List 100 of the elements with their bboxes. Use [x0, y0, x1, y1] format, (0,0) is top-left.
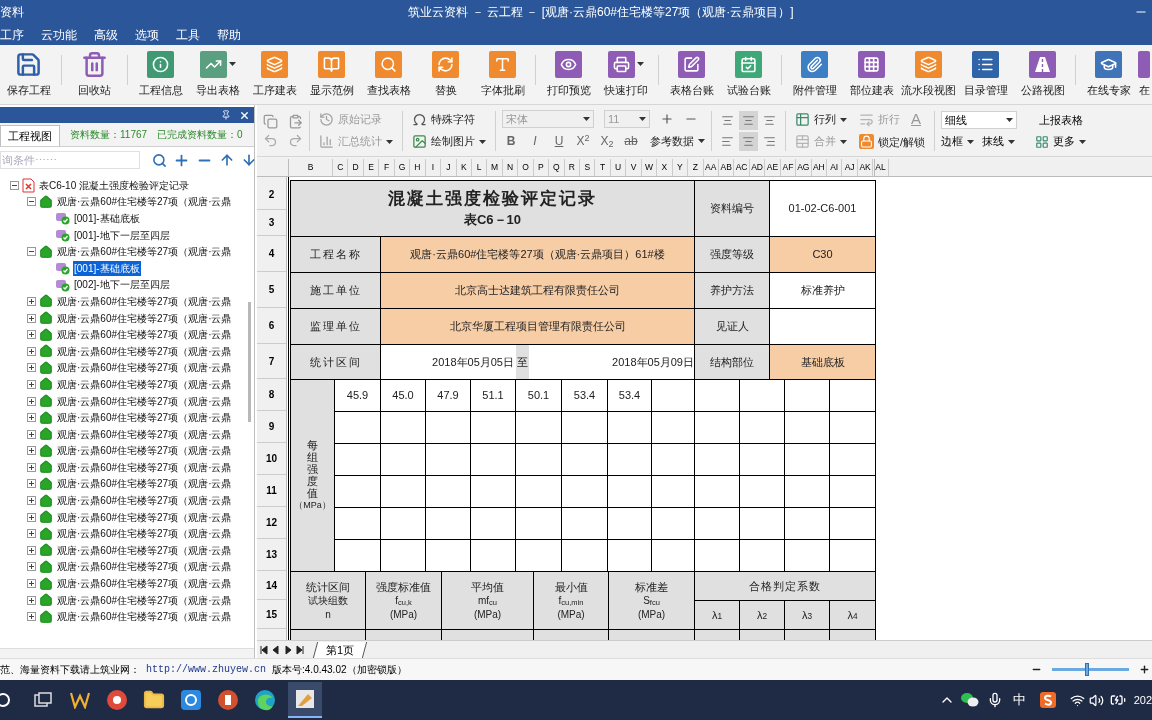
toolbar-button[interactable]: 回收站: [66, 46, 123, 103]
plus-icon[interactable]: [660, 112, 674, 126]
ribbon-button[interactable]: 抹线: [982, 133, 1016, 150]
tree-item[interactable]: [001]-基础底板: [73, 260, 141, 276]
expand-icon[interactable]: [27, 413, 36, 423]
copy-icon[interactable]: [263, 113, 278, 129]
column-letter[interactable]: O: [518, 159, 534, 176]
row-number[interactable]: 14: [257, 571, 286, 600]
toolbar-button[interactable]: 显示范例: [303, 46, 360, 103]
tree-item[interactable]: 观唐·云鼎60#住宅楼等27项（观唐·云鼎: [56, 576, 233, 592]
menu-item[interactable]: 高级: [94, 25, 118, 44]
expand-icon[interactable]: [27, 479, 36, 489]
task-view-icon[interactable]: [34, 692, 52, 708]
tree-item[interactable]: 观唐·云鼎60#住宅楼等27项（观唐·云鼎: [56, 443, 233, 459]
align-button[interactable]: [739, 131, 758, 151]
expand-icon[interactable]: [27, 429, 36, 439]
column-letter[interactable]: T: [595, 159, 611, 176]
ribbon-button[interactable]: 边框: [941, 133, 975, 150]
row-number[interactable]: 4: [257, 236, 286, 272]
tree-item[interactable]: 观唐·云鼎60#住宅楼等27项（观唐·云鼎: [56, 244, 233, 260]
format-button[interactable]: X$_{2}$: [598, 131, 616, 151]
website-link[interactable]: http://www.zhuyew.cn: [146, 662, 267, 677]
tree-item[interactable]: 观唐·云鼎60#住宅楼等27项（观唐·云鼎: [56, 592, 233, 608]
column-letter[interactable]: L: [471, 159, 488, 176]
tree-item[interactable]: 观唐·云鼎60#住宅楼等27项（观唐·云鼎: [56, 426, 233, 442]
tree-item[interactable]: 观唐·云鼎60#住宅楼等27项（观唐·云鼎: [56, 542, 233, 558]
format-button[interactable]: X$^{2}$: [574, 131, 592, 151]
column-letter[interactable]: AL: [873, 159, 889, 176]
format-button[interactable]: ab: [622, 131, 640, 151]
tree-item[interactable]: 观唐·云鼎60#住宅楼等27项（观唐·云鼎: [56, 476, 233, 492]
toolbar-button[interactable]: 部位建表: [843, 46, 900, 103]
panel-tab[interactable]: 工程视图: [0, 125, 60, 146]
tree-item[interactable]: 观唐·云鼎60#住宅楼等27项（观唐·云鼎: [56, 410, 233, 426]
column-letter[interactable]: J: [441, 159, 457, 176]
toolbar-button[interactable]: 保存工程: [0, 46, 57, 103]
tree-item[interactable]: 观唐·云鼎60#住宅楼等27项（观唐·云鼎: [56, 559, 233, 575]
row-number[interactable]: 7: [257, 344, 286, 379]
line-style-select[interactable]: 细线: [941, 111, 1018, 130]
toolbar-button[interactable]: 打印预览: [540, 46, 597, 103]
sheet-tab[interactable]: 第1页: [312, 641, 368, 658]
menu-item[interactable]: 工具: [176, 25, 200, 44]
column-letter[interactable]: V: [626, 159, 642, 176]
column-letter[interactable]: P: [533, 159, 550, 176]
clock[interactable]: 202: [1133, 691, 1152, 709]
row-number[interactable]: 3: [257, 210, 286, 236]
toolbar-button[interactable]: 在: [1137, 46, 1151, 103]
collapse-icon[interactable]: [10, 180, 19, 190]
toolbar-button[interactable]: 在线专家: [1080, 46, 1137, 103]
menu-item[interactable]: 云功能: [41, 25, 77, 44]
column-letter[interactable]: K: [456, 159, 472, 176]
tree-item[interactable]: 观唐·云鼎60#住宅楼等27项（观唐·云鼎: [56, 376, 233, 392]
toolbar-button[interactable]: 查找表格: [360, 46, 417, 103]
toolbar-button[interactable]: 附件管理: [786, 46, 843, 103]
row-number[interactable]: 10: [257, 443, 286, 475]
column-letter[interactable]: Q: [549, 159, 565, 176]
column-letter[interactable]: X: [657, 159, 673, 176]
folder-icon[interactable]: [143, 689, 165, 711]
zoom-in-icon[interactable]: [1139, 664, 1150, 675]
toolbar-button[interactable]: 试验台账: [720, 46, 777, 103]
tree-item[interactable]: 观唐·云鼎60#住宅楼等27项（观唐·云鼎: [56, 493, 233, 509]
tree-item[interactable]: 表C6-10 混凝土强度检验评定记录: [38, 177, 190, 193]
tree-item[interactable]: [001]-地下一层至四层: [73, 227, 171, 243]
row-number[interactable]: 2: [257, 180, 286, 210]
first-page-icon[interactable]: [259, 644, 269, 655]
row-number[interactable]: 12: [257, 507, 286, 539]
toolbar-button[interactable]: 导出表格: [189, 46, 246, 103]
toolbar-button[interactable]: 目录管理: [957, 46, 1014, 103]
row-number[interactable]: 6: [257, 308, 286, 344]
column-letter[interactable]: U: [610, 159, 627, 176]
active-app-icon[interactable]: [288, 682, 322, 718]
format-button[interactable]: I: [526, 131, 544, 151]
column-letter[interactable]: Y: [672, 159, 689, 176]
row-number[interactable]: 11: [257, 475, 286, 507]
column-letter[interactable]: R: [564, 159, 580, 176]
ribbon-button[interactable]: 更多: [1035, 133, 1087, 150]
zigzag-icon[interactable]: [70, 691, 90, 709]
expand-icon[interactable]: [27, 612, 36, 622]
column-letter[interactable]: F: [379, 159, 395, 176]
expand-icon[interactable]: [27, 579, 36, 589]
toolbar-button[interactable]: 工序建表: [246, 46, 303, 103]
app-icon[interactable]: [106, 689, 128, 711]
browser-icon[interactable]: [254, 689, 276, 711]
column-letter[interactable]: C: [333, 159, 349, 176]
column-letter[interactable]: B: [289, 159, 333, 176]
expand-icon[interactable]: [27, 330, 36, 340]
column-letter[interactable]: AA: [703, 159, 719, 176]
column-letter[interactable]: G: [394, 159, 411, 176]
expand-icon[interactable]: [27, 595, 36, 605]
tree-item[interactable]: 观唐·云鼎60#住宅楼等27项（观唐·云鼎: [56, 459, 233, 475]
column-letter[interactable]: AD: [749, 159, 766, 176]
toolbar-button[interactable]: 工程信息: [132, 46, 189, 103]
menu-item[interactable]: 选项: [135, 25, 159, 44]
slides-icon[interactable]: [217, 689, 239, 711]
row-number[interactable]: 5: [257, 272, 286, 308]
expand-icon[interactable]: [27, 562, 36, 572]
column-letter[interactable]: AF: [780, 159, 797, 176]
tree-item[interactable]: 观唐·云鼎60#住宅楼等27项（观唐·云鼎: [56, 293, 233, 309]
tree-item[interactable]: 观唐·云鼎60#住宅楼等27项（观唐·云鼎: [56, 310, 233, 326]
tree-item[interactable]: 观唐·云鼎60#住宅楼等27项（观唐·云鼎: [56, 360, 233, 376]
wifi-icon[interactable]: [1069, 692, 1085, 708]
